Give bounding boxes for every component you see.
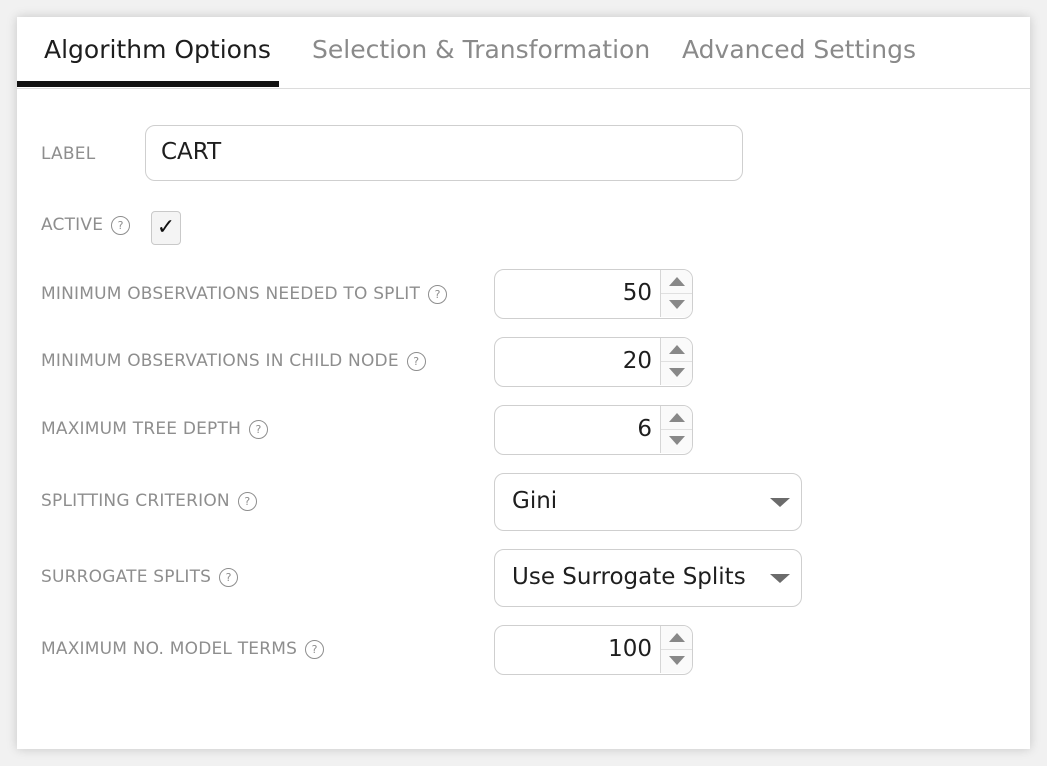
label-field-label-text: LABEL: [41, 144, 96, 164]
spinner: [660, 338, 692, 385]
increment-button[interactable]: [661, 338, 692, 362]
max-model-terms-value[interactable]: 100: [495, 626, 658, 673]
max-tree-depth-stepper[interactable]: 6: [494, 405, 693, 455]
max-model-terms-label: MAXIMUM NO. MODEL TERMS?: [41, 639, 325, 659]
increment-button[interactable]: [661, 270, 692, 294]
splitting-criterion-value: Gini: [512, 488, 558, 514]
caret-up-icon: [669, 345, 685, 354]
help-icon[interactable]: ?: [237, 492, 257, 511]
surrogate-splits-label-text: SURROGATE SPLITS: [41, 567, 212, 587]
spinner: [660, 626, 692, 673]
active-label-text: ACTIVE: [41, 215, 104, 235]
help-icon[interactable]: ?: [428, 285, 448, 304]
help-icon[interactable]: ?: [219, 568, 239, 587]
min-obs-child-label: MINIMUM OBSERVATIONS IN CHILD NODE?: [41, 351, 426, 371]
max-tree-depth-value[interactable]: 6: [495, 406, 658, 453]
min-obs-child-value[interactable]: 20: [495, 338, 658, 385]
caret-down-icon: [669, 300, 685, 309]
caret-down-icon: [669, 368, 685, 377]
help-icon[interactable]: ?: [249, 420, 269, 439]
increment-button[interactable]: [661, 406, 692, 430]
algorithm-options-panel: Algorithm Options Selection & Transforma…: [17, 17, 1030, 749]
help-icon[interactable]: ?: [111, 216, 131, 235]
surrogate-splits-value: Use Surrogate Splits: [512, 564, 746, 590]
splitting-criterion-label: SPLITTING CRITERION?: [41, 491, 257, 511]
tab-algorithm-options[interactable]: Algorithm Options: [44, 35, 271, 64]
spinner: [660, 270, 692, 317]
surrogate-splits-select[interactable]: Use Surrogate Splits: [494, 549, 802, 607]
min-obs-split-label-text: MINIMUM OBSERVATIONS NEEDED TO SPLIT: [41, 284, 421, 304]
increment-button[interactable]: [661, 626, 692, 650]
active-checkbox[interactable]: ✓: [151, 211, 181, 245]
min-obs-split-stepper[interactable]: 50: [494, 269, 693, 319]
max-tree-depth-label: MAXIMUM TREE DEPTH?: [41, 419, 269, 439]
caret-down-icon: [669, 436, 685, 445]
decrement-button[interactable]: [661, 362, 692, 385]
caret-up-icon: [669, 277, 685, 286]
tab-selection-transformation[interactable]: Selection & Transformation: [312, 35, 650, 64]
tab-advanced-settings[interactable]: Advanced Settings: [682, 35, 916, 64]
min-obs-split-label: MINIMUM OBSERVATIONS NEEDED TO SPLIT?: [41, 284, 448, 304]
decrement-button[interactable]: [661, 430, 692, 453]
active-tab-indicator: [17, 81, 279, 87]
decrement-button[interactable]: [661, 650, 692, 673]
checkmark-icon: ✓: [156, 215, 176, 240]
help-icon[interactable]: ?: [305, 640, 325, 659]
max-model-terms-label-text: MAXIMUM NO. MODEL TERMS: [41, 639, 298, 659]
surrogate-splits-label: SURROGATE SPLITS?: [41, 567, 239, 587]
caret-up-icon: [669, 633, 685, 642]
min-obs-split-value[interactable]: 50: [495, 270, 658, 317]
label-input[interactable]: CART: [145, 125, 743, 181]
chevron-down-icon: [770, 574, 790, 583]
label-field-label: LABEL: [41, 144, 95, 164]
tab-bar: Algorithm Options Selection & Transforma…: [17, 17, 1030, 89]
help-icon[interactable]: ?: [406, 352, 426, 371]
min-obs-child-stepper[interactable]: 20: [494, 337, 693, 387]
max-model-terms-stepper[interactable]: 100: [494, 625, 693, 675]
active-field-label: ACTIVE?: [41, 215, 131, 235]
caret-up-icon: [669, 413, 685, 422]
decrement-button[interactable]: [661, 294, 692, 317]
max-tree-depth-label-text: MAXIMUM TREE DEPTH: [41, 419, 242, 439]
spinner: [660, 406, 692, 453]
caret-down-icon: [669, 656, 685, 665]
chevron-down-icon: [770, 498, 790, 507]
min-obs-child-label-text: MINIMUM OBSERVATIONS IN CHILD NODE: [41, 351, 399, 371]
splitting-criterion-label-text: SPLITTING CRITERION: [41, 491, 230, 511]
splitting-criterion-select[interactable]: Gini: [494, 473, 802, 531]
